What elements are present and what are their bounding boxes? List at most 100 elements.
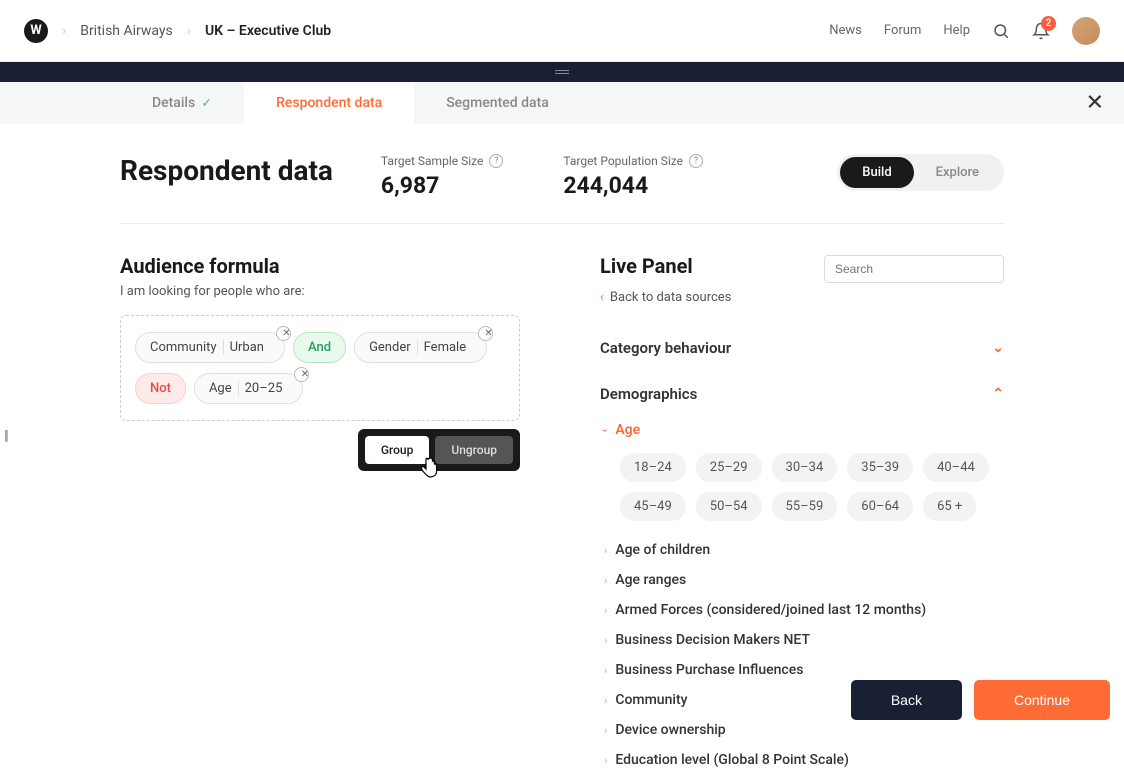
formula-pill-age-range[interactable]: Age 20–25 ✕ [194, 373, 303, 404]
sub-business-decision-makers[interactable]: ›Business Decision Makers NET [600, 625, 1004, 655]
tab-label: Segmented data [446, 95, 549, 111]
sub-item-label: Business Purchase Influences [615, 662, 803, 678]
sub-age-ranges[interactable]: ›Age ranges [600, 565, 1004, 595]
chevron-right-icon: › [604, 724, 607, 737]
remove-icon[interactable]: ✕ [276, 326, 291, 341]
collapse-handle[interactable] [0, 62, 1124, 82]
tab-segmented-data[interactable]: Segmented data [414, 82, 581, 124]
pill-value: Urban [224, 340, 270, 355]
search-input[interactable] [824, 255, 1004, 283]
sub-armed-forces[interactable]: › Armed Forces (considered/joined last 12… [600, 595, 1004, 625]
age-chip-65plus[interactable]: 65 + [923, 492, 976, 521]
stat-value: 6,987 [381, 172, 503, 199]
ungroup-button[interactable]: Ungroup [435, 436, 513, 464]
help-icon[interactable]: ? [489, 154, 503, 168]
stat-value: 244,044 [563, 172, 703, 199]
formula-operator-not[interactable]: Not [135, 373, 186, 404]
nav-help[interactable]: Help [943, 23, 970, 38]
age-chip-55-59[interactable]: 55–59 [772, 492, 838, 521]
age-chips: 18–24 25–29 30–34 35–39 40–44 45–49 50–5… [600, 443, 1004, 535]
check-icon: ✓ [201, 96, 212, 111]
breadcrumb-item[interactable]: British Airways [80, 23, 173, 39]
age-chip-18-24[interactable]: 18–24 [620, 453, 686, 482]
notification-badge: 2 [1041, 16, 1056, 31]
divider [120, 223, 1004, 224]
pill-value: 20–25 [239, 381, 289, 396]
chevron-down-icon: › [599, 428, 612, 431]
chevron-right-icon: › [62, 23, 66, 39]
sub-item-label: Education level (Global 8 Point Scale) [615, 752, 849, 768]
chevron-right-icon: › [187, 23, 191, 39]
stat-population-size: Target Population Size ? 244,044 [563, 154, 703, 199]
nav-forum[interactable]: Forum [884, 23, 921, 38]
chevron-right-icon: › [604, 694, 607, 707]
remove-icon[interactable]: ✕ [294, 367, 309, 382]
chevron-right-icon: › [604, 544, 607, 557]
category-behaviour[interactable]: Category behaviour ⌄ [600, 325, 1004, 371]
header-right: News Forum Help 2 [829, 17, 1100, 45]
sub-age-of-children[interactable]: › Age of children [600, 535, 1004, 565]
back-link-label: Back to data sources [610, 290, 732, 305]
panel-header: Live Panel [600, 254, 1004, 284]
continue-button[interactable]: Continue [974, 680, 1110, 720]
breadcrumb-current[interactable]: UK – Executive Club [205, 23, 331, 39]
sub-item-label: Business Decision Makers NET [615, 632, 810, 648]
sub-item-label: Age [615, 422, 640, 438]
tab-respondent-data[interactable]: Respondent data [244, 82, 414, 124]
chevron-right-icon: › [604, 604, 607, 617]
search-icon[interactable] [992, 22, 1010, 40]
sub-education-level[interactable]: › Education level (Global 8 Point Scale) [600, 745, 1004, 775]
formula-pill-gender-female[interactable]: Gender Female ✕ [354, 332, 487, 363]
avatar[interactable] [1072, 17, 1100, 45]
live-panel-title: Live Panel [600, 254, 693, 278]
audience-formula-title: Audience formula [120, 254, 520, 278]
page-header: Respondent data Target Sample Size ? 6,9… [120, 154, 1004, 199]
stat-label-text: Target Population Size [563, 154, 683, 168]
side-drawer-handle[interactable]: || [4, 428, 7, 444]
demographics-sublist: › Age of children ›Age ranges › Armed Forc… [600, 535, 1004, 775]
tab-details[interactable]: Details ✓ [120, 82, 244, 124]
pill-key: Age [209, 381, 239, 396]
age-chip-40-44[interactable]: 40–44 [923, 453, 989, 482]
age-chip-30-34[interactable]: 30–34 [772, 453, 838, 482]
pill-value: Female [418, 340, 472, 355]
cursor-icon [420, 457, 438, 483]
toggle-build[interactable]: Build [840, 157, 913, 188]
back-button[interactable]: Back [851, 680, 962, 720]
sub-item-label: Community [615, 692, 687, 708]
age-chip-25-29[interactable]: 25–29 [696, 453, 762, 482]
remove-icon[interactable]: ✕ [478, 326, 493, 341]
nav-news[interactable]: News [829, 23, 862, 38]
age-chip-50-54[interactable]: 50–54 [696, 492, 762, 521]
stat-label: Target Sample Size ? [381, 154, 503, 168]
back-to-data-sources[interactable]: ‹ Back to data sources [600, 290, 1004, 305]
formula-operator-and[interactable]: And [293, 332, 346, 363]
sub-item-label: Age of children [615, 542, 710, 558]
group-popover: Group Ungroup [358, 429, 520, 471]
top-header: W › British Airways › UK – Executive Clu… [0, 0, 1124, 62]
category-demographics[interactable]: Demographics ⌃ [600, 371, 1004, 417]
stat-label-text: Target Sample Size [381, 154, 483, 168]
toggle-explore[interactable]: Explore [914, 157, 1001, 188]
sub-item-label: Device ownership [615, 722, 725, 738]
category-label: Category behaviour [600, 339, 731, 357]
tab-label: Respondent data [276, 95, 382, 111]
bell-icon[interactable]: 2 [1032, 22, 1050, 40]
formula-box[interactable]: Community Urban ✕ And Gender Female ✕ No… [120, 315, 520, 421]
category-label: Demographics [600, 385, 697, 403]
chevron-right-icon: › [604, 754, 607, 767]
close-icon[interactable]: ✕ [1086, 91, 1104, 116]
help-icon[interactable]: ? [689, 154, 703, 168]
formula-pill-community-urban[interactable]: Community Urban ✕ [135, 332, 285, 363]
demographics-age[interactable]: › Age [600, 417, 1004, 443]
app-logo-icon[interactable]: W [24, 19, 48, 43]
sub-item-label: Armed Forces (considered/joined last 12 … [615, 602, 926, 618]
header-left: W › British Airways › UK – Executive Clu… [24, 19, 331, 43]
age-chip-45-49[interactable]: 45–49 [620, 492, 686, 521]
age-chip-60-64[interactable]: 60–64 [847, 492, 913, 521]
age-chip-35-39[interactable]: 35–39 [847, 453, 913, 482]
footer-actions: Back Continue [851, 680, 1110, 720]
breadcrumb: › British Airways › UK – Executive Club [62, 23, 331, 39]
stat-label: Target Population Size ? [563, 154, 703, 168]
tabs-bar: Details ✓ Respondent data Segmented data… [0, 82, 1124, 124]
